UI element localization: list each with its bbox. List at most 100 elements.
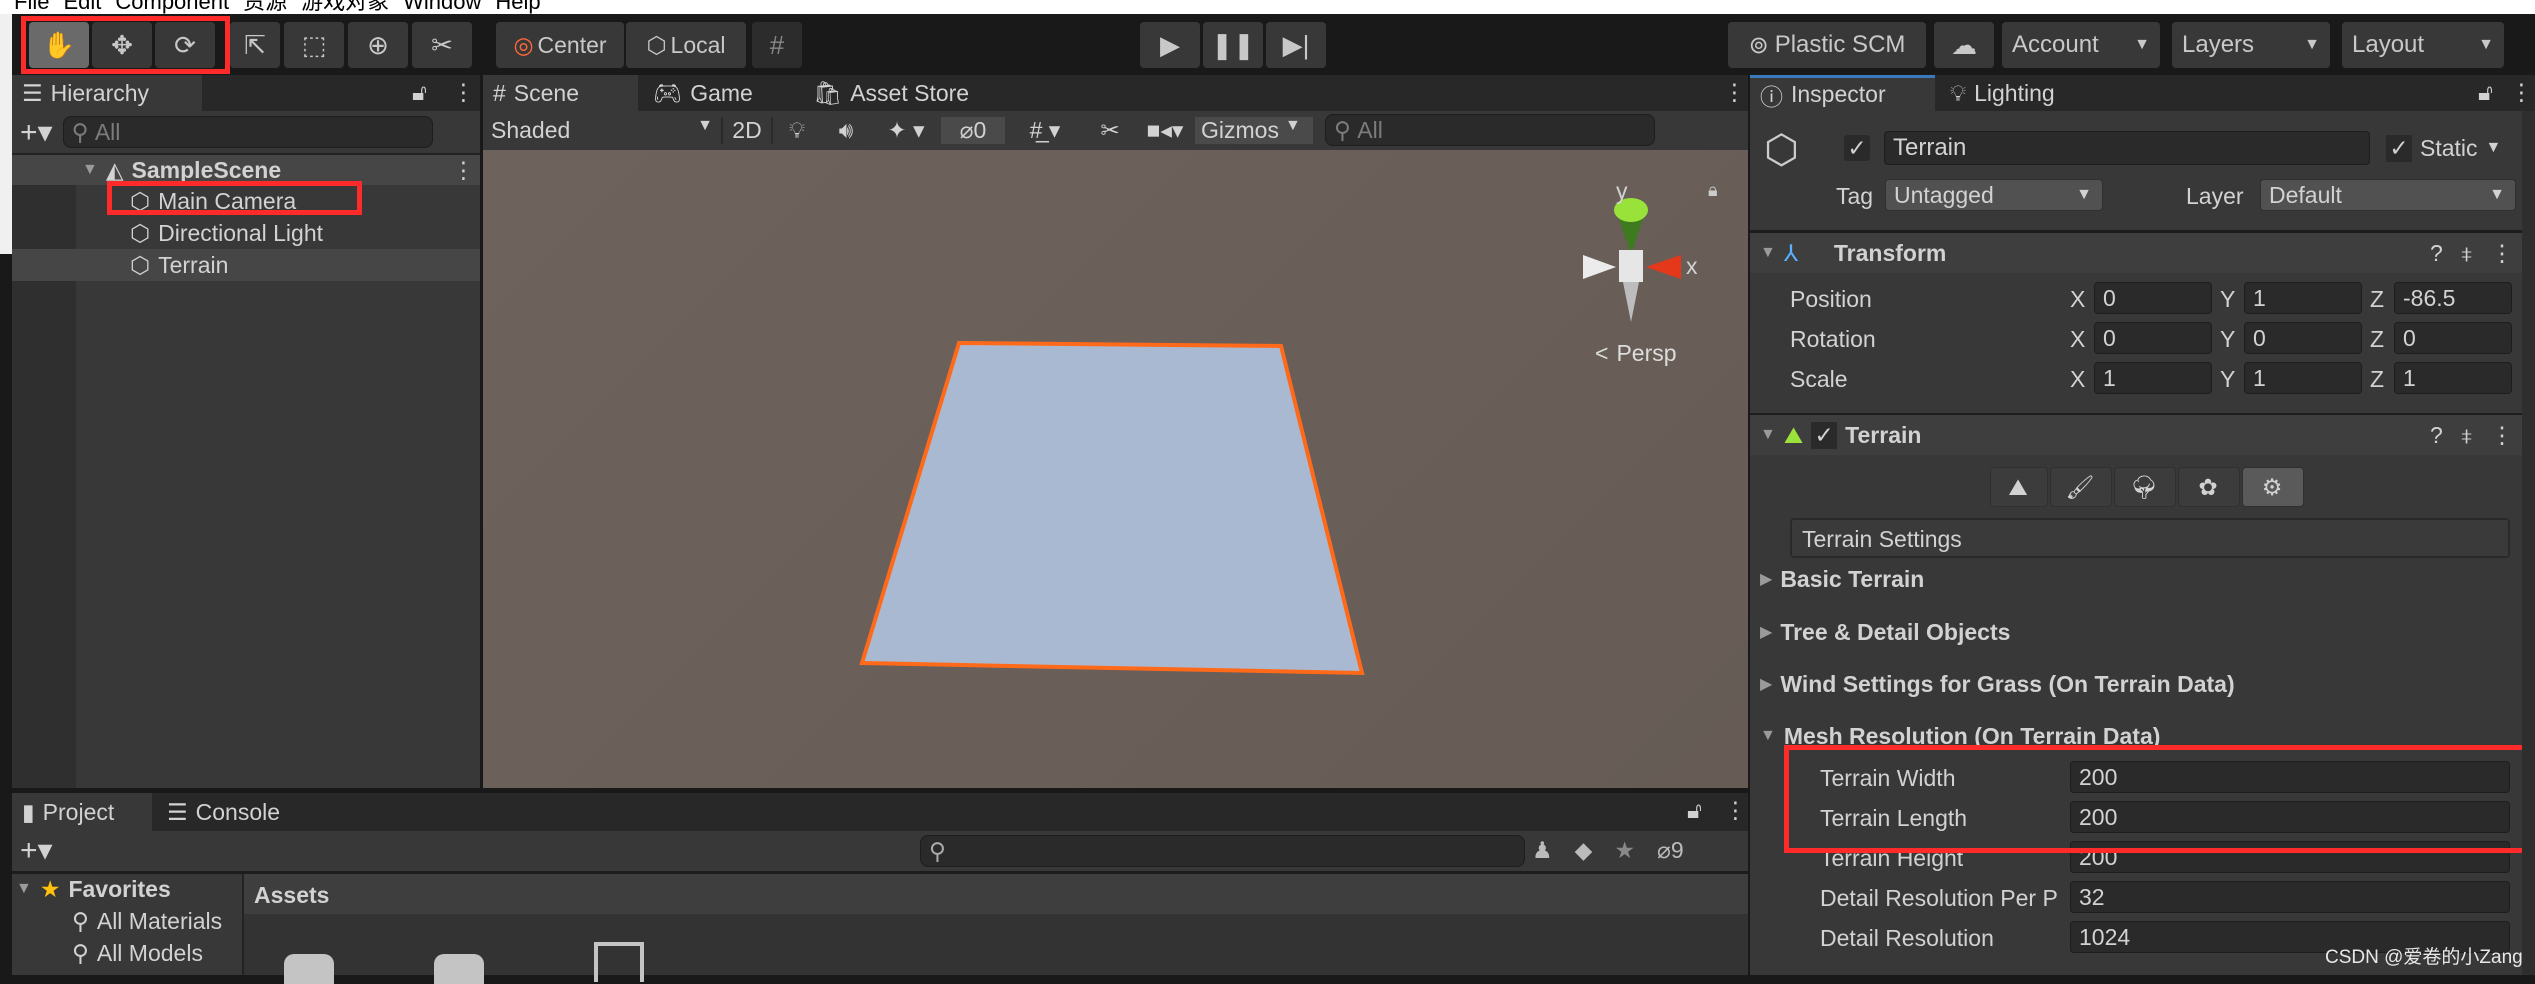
presets-icon[interactable]: ⧧: [2461, 240, 2473, 267]
assets-breadcrumb[interactable]: Assets: [254, 882, 329, 909]
lock-icon[interactable]: 🔓︎: [412, 79, 427, 106]
layer-dropdown[interactable]: Default ▼: [2260, 179, 2516, 211]
filter-label-icon[interactable]: ◆: [1575, 837, 1593, 864]
menu-component[interactable]: Component: [115, 0, 229, 14]
menu-window[interactable]: Window: [403, 0, 481, 14]
account-dropdown[interactable]: Account ▼: [2002, 22, 2160, 68]
plastic-scm-button[interactable]: ⊚ Plastic SCM: [1728, 22, 1926, 68]
lock-icon[interactable]: 🔓︎: [2478, 79, 2493, 106]
tab-scene[interactable]: # Scene: [483, 75, 638, 111]
more-options-icon[interactable]: ⋮: [1723, 79, 1746, 106]
tools-toggle[interactable]: ✂: [1085, 117, 1135, 144]
move-tool-button[interactable]: ✥: [92, 22, 152, 68]
scene-visibility-toggle[interactable]: ⌀0: [941, 116, 1005, 144]
favorites-group[interactable]: ▼ ★ Favorites: [16, 874, 171, 904]
favorite-item[interactable]: ⚲ All Materials: [72, 906, 222, 936]
more-options-icon[interactable]: ⋮: [1724, 797, 1747, 824]
tag-dropdown[interactable]: Untagged ▼: [1885, 179, 2103, 211]
audio-toggle[interactable]: 🔊︎: [821, 117, 871, 144]
lock-icon[interactable]: 🔒︎: [1708, 180, 1718, 201]
active-checkbox[interactable]: ✓: [1844, 135, 1870, 161]
tab-project[interactable]: ▮ Project: [12, 793, 152, 831]
transform-y-input[interactable]: 0: [2244, 322, 2362, 354]
effects-dropdown[interactable]: ✦ ▾: [871, 117, 941, 144]
cloud-button[interactable]: ☁: [1934, 22, 1994, 68]
menu-file[interactable]: File: [14, 0, 49, 14]
pause-button[interactable]: ❚❚: [1203, 22, 1263, 68]
mesh-field-input[interactable]: 200: [2070, 801, 2510, 833]
more-options-icon[interactable]: ⋮: [2510, 79, 2533, 106]
project-search-input[interactable]: ⚲: [920, 835, 1525, 867]
pivot-center-button[interactable]: ◎ Center: [496, 22, 624, 68]
menu-help[interactable]: Help: [495, 0, 540, 14]
folder-icon[interactable]: [434, 954, 484, 984]
help-icon[interactable]: ?: [2430, 422, 2443, 449]
favorite-item[interactable]: ⚲ All Models: [72, 938, 203, 968]
transform-x-input[interactable]: 0: [2094, 282, 2212, 314]
transform-y-input[interactable]: 1: [2244, 362, 2362, 394]
section-wind-settings[interactable]: ▶ Wind Settings for Grass (On Terrain Dat…: [1760, 668, 2235, 700]
mesh-field-input[interactable]: 32: [2070, 881, 2510, 913]
more-options-icon[interactable]: ⋮: [452, 79, 475, 106]
hierarchy-item-main-camera[interactable]: ⬡ Main Camera: [130, 185, 296, 217]
rotate-tool-button[interactable]: ⟳: [155, 22, 215, 68]
transform-header[interactable]: ▼ ⅄ Transform ? ⧧ ⋮: [1750, 233, 2525, 273]
help-icon[interactable]: ?: [2430, 240, 2443, 267]
file-icon[interactable]: [594, 942, 644, 982]
terrain-header[interactable]: ▼ ⛰︎ ✓ Terrain ? ⧧ ⋮: [1750, 415, 2525, 455]
tab-hierarchy[interactable]: ☰ Hierarchy: [12, 75, 202, 111]
section-basic-terrain[interactable]: ▶ Basic Terrain: [1760, 563, 1924, 595]
favorite-star-icon[interactable]: ★: [1614, 837, 1635, 864]
collapse-triangle-icon[interactable]: ▼: [1760, 244, 1776, 262]
layers-dropdown[interactable]: Layers ▼: [2172, 22, 2330, 68]
section-tree-detail[interactable]: ▶ Tree & Detail Objects: [1760, 616, 2010, 648]
folder-icon[interactable]: [284, 954, 334, 984]
add-button[interactable]: +▾: [20, 833, 53, 868]
transform-x-input[interactable]: 1: [2094, 362, 2212, 394]
expand-triangle-icon[interactable]: ▼: [82, 161, 98, 179]
expand-triangle-icon[interactable]: ▼: [16, 880, 32, 898]
transform-tool-button[interactable]: ⊕: [348, 22, 408, 68]
menu-gameobject[interactable]: 游戏对象: [301, 0, 389, 14]
hidden-packages-toggle[interactable]: ⌀9: [1657, 837, 1684, 864]
presets-icon[interactable]: ⧧: [2461, 422, 2473, 449]
hierarchy-search-input[interactable]: ⚲ All: [62, 116, 433, 148]
more-options-icon[interactable]: ⋮: [452, 157, 475, 184]
rect-tool-button[interactable]: ⬚: [284, 22, 344, 68]
mesh-field-input[interactable]: 200: [2070, 761, 2510, 793]
terrain-settings-button[interactable]: ⚙: [2242, 467, 2304, 507]
mesh-field-input[interactable]: 200: [2070, 841, 2510, 873]
scene-row[interactable]: ▼ ◭ SampleScene ⋮: [12, 155, 480, 185]
layout-dropdown[interactable]: Layout ▼: [2342, 22, 2504, 68]
section-mesh-resolution[interactable]: ▼ Mesh Resolution (On Terrain Data): [1760, 720, 2160, 752]
tab-inspector[interactable]: ⓘ Inspector: [1750, 75, 1935, 111]
transform-y-input[interactable]: 1: [2244, 282, 2362, 314]
static-toggle[interactable]: ✓ Static ▼: [2386, 131, 2501, 165]
more-options-icon[interactable]: ⋮: [2491, 422, 2514, 449]
scene-search-input[interactable]: ⚲ All: [1325, 114, 1655, 146]
perspective-toggle[interactable]: < Persp: [1595, 340, 1677, 367]
hand-tool-button[interactable]: ✋: [29, 22, 89, 68]
grid-dropdown[interactable]: #̲ ▾: [1005, 117, 1085, 144]
space-local-button[interactable]: ⬡ Local: [626, 22, 746, 68]
2d-toggle[interactable]: 2D: [721, 116, 771, 144]
camera-dropdown[interactable]: ■◂▾: [1135, 117, 1195, 144]
paint-trees-button[interactable]: 🌳︎: [2114, 467, 2176, 507]
paint-details-button[interactable]: ✿: [2178, 467, 2240, 507]
inspector-scrollbar[interactable]: [2522, 111, 2535, 975]
collapse-triangle-icon[interactable]: ▼: [1760, 426, 1776, 444]
play-button[interactable]: ▶: [1140, 22, 1200, 68]
transform-z-input[interactable]: 0: [2394, 322, 2512, 354]
more-options-icon[interactable]: ⋮: [2491, 240, 2514, 267]
filter-type-icon[interactable]: ♟: [1532, 837, 1553, 864]
tab-console[interactable]: ☰ Console: [157, 793, 290, 831]
menu-edit[interactable]: Edit: [63, 0, 101, 14]
scale-tool-button[interactable]: ⇱: [230, 22, 280, 68]
enabled-checkbox[interactable]: ✓: [1811, 421, 1838, 449]
transform-z-input[interactable]: -86.5: [2394, 282, 2512, 314]
transform-z-input[interactable]: 1: [2394, 362, 2512, 394]
tab-lighting[interactable]: 💡︎ Lighting: [1940, 75, 2065, 111]
transform-x-input[interactable]: 0: [2094, 322, 2212, 354]
raise-terrain-button[interactable]: ⛰︎: [1990, 467, 2048, 507]
gizmos-dropdown[interactable]: Gizmos ▼: [1195, 116, 1313, 144]
